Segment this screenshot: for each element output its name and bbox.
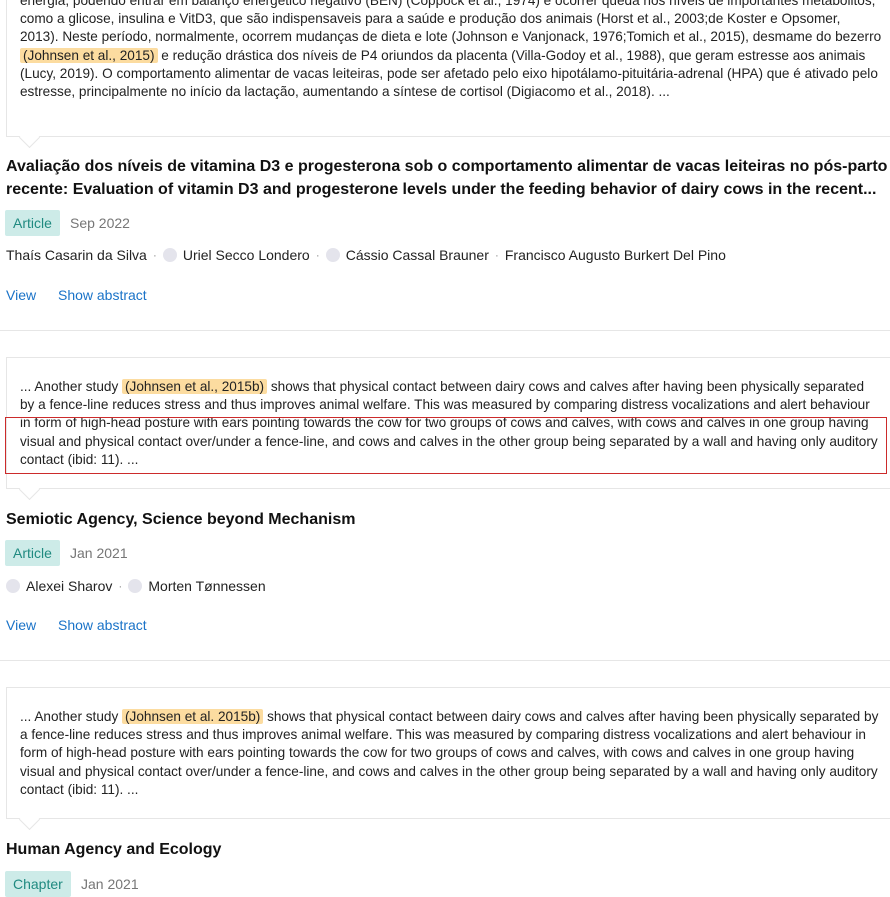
author-name[interactable]: Francisco Augusto Burkert Del Pino	[505, 246, 726, 264]
view-link[interactable]: View	[6, 287, 36, 303]
author-avatar	[128, 579, 143, 593]
view-link[interactable]: View	[6, 617, 36, 633]
context-before: ... Another study	[20, 709, 123, 724]
author-separator: ·	[118, 579, 123, 593]
result-divider	[0, 330, 890, 331]
result-title[interactable]: Avaliação dos níveis de vitamina D3 e pr…	[6, 156, 890, 201]
show-abstract-link[interactable]: Show abstract	[58, 287, 147, 303]
publication-type-badge: Article	[5, 540, 60, 566]
author-name[interactable]: Cássio Cassal Brauner	[346, 246, 489, 264]
publication-type-badge: Article	[5, 210, 60, 236]
author-name[interactable]: Alexei Sharov	[26, 577, 112, 595]
publication-date: Jan 2021	[81, 876, 139, 892]
citation-highlight: (Johnsen et al., 2015b)	[122, 379, 268, 394]
publication-date: Sep 2022	[70, 215, 130, 231]
result-actions: View Show abstract	[6, 286, 165, 304]
result-actions: View Show abstract	[6, 616, 165, 634]
author-name[interactable]: Morten Tønnessen	[148, 577, 265, 595]
citation-context-text: ... Another study (Johnsen et al. 2015b)…	[20, 708, 882, 799]
publication-type-badge: Chapter	[5, 871, 71, 897]
result-divider	[0, 660, 890, 661]
author-avatar	[6, 579, 20, 593]
author-separator: ·	[315, 248, 320, 262]
author-separator: ·	[152, 248, 157, 262]
title-line-1: Avaliação dos níveis de vitamina D3 e pr…	[6, 158, 888, 175]
citation-context-text: ... Another study (Johnsen et al., 2015b…	[20, 378, 882, 469]
author-name[interactable]: Uriel Secco Londero	[183, 246, 310, 264]
author-avatar	[325, 248, 340, 262]
show-abstract-link[interactable]: Show abstract	[58, 617, 147, 633]
author-list: Alexei Sharov · Morten Tønnessen	[6, 577, 266, 595]
author-separator: ·	[494, 248, 499, 262]
context-before: energia, podendo entrar em balanço energ…	[20, 0, 882, 45]
citation-highlight: (Johnsen et al. 2015b)	[122, 709, 264, 724]
citation-context-text: energia, podendo entrar em balanço energ…	[20, 0, 882, 101]
author-avatar	[162, 248, 177, 262]
publication-date: Jan 2021	[70, 545, 128, 561]
author-name[interactable]: Thaís Casarin da Silva	[6, 246, 147, 264]
title-line-2: recente: Evaluation of vitamin D3 and pr…	[6, 180, 877, 198]
result-title[interactable]: Semiotic Agency, Science beyond Mechanis…	[6, 509, 890, 532]
citation-highlight: (Johnsen et al., 2015)	[20, 47, 158, 63]
context-before: ... Another study	[20, 379, 123, 394]
author-list: Thaís Casarin da Silva · Uriel Secco Lon…	[6, 246, 726, 264]
result-title[interactable]: Human Agency and Ecology	[6, 839, 890, 862]
